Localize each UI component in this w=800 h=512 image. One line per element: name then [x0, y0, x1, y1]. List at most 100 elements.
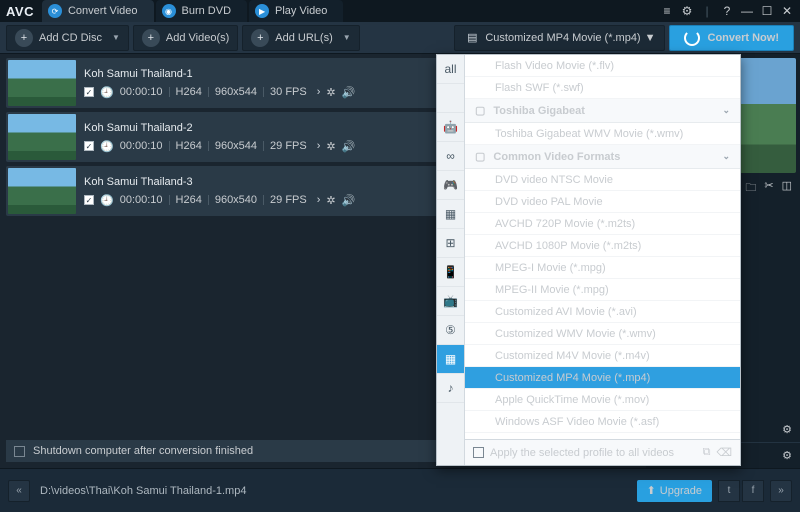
tab-label: Burn DVD: [182, 5, 232, 17]
chevron-down-icon: ▼: [343, 33, 351, 42]
clip-name: Koh Samui Thailand-3: [84, 176, 466, 188]
profile-rail-item[interactable]: ⑤: [437, 316, 464, 345]
profile-option[interactable]: AVCHD 1080P Movie (*.m2ts): [465, 235, 740, 257]
clip-resolution: 960x544: [215, 140, 257, 152]
convert-now-button[interactable]: Convert Now!: [669, 25, 795, 51]
checkbox-icon: [14, 446, 25, 457]
profile-option[interactable]: MPEG-I Movie (*.mpg): [465, 257, 740, 279]
profile-option[interactable]: MPEG-II Movie (*.mpg): [465, 279, 740, 301]
gear-icon[interactable]: ⚙: [782, 449, 792, 462]
profile-option[interactable]: DVD video NTSC Movie: [465, 169, 740, 191]
effects-icon[interactable]: ✲: [326, 194, 335, 207]
profile-rail-item[interactable]: ▦: [437, 200, 464, 229]
profile-rail-item[interactable]: 📺: [437, 287, 464, 316]
next-button[interactable]: »: [770, 480, 792, 502]
clip-checkbox[interactable]: ✓: [84, 87, 94, 97]
prev-button[interactable]: «: [8, 480, 30, 502]
output-profile-dropdown[interactable]: ▤ Customized MP4 Movie (*.mp4) ▼: [454, 25, 664, 51]
profile-option[interactable]: Matroska Movie (*.mkv): [465, 433, 740, 439]
profile-rail-item[interactable]: [437, 84, 464, 113]
profile-rail-item[interactable]: ♪: [437, 374, 464, 403]
profile-option[interactable]: Toshiba Gigabeat WMV Movie (*.wmv): [465, 123, 740, 145]
minimize-icon[interactable]: —: [740, 4, 754, 18]
refresh-icon: [684, 30, 700, 46]
shutdown-label: Shutdown computer after conversion finis…: [33, 445, 253, 457]
upload-icon: ⬆: [647, 484, 656, 497]
chevron-right-icon[interactable]: ›: [317, 140, 321, 152]
add-cd-disc-button[interactable]: + Add CD Disc ▼: [6, 25, 129, 51]
crop-icon[interactable]: ◫: [782, 179, 792, 198]
facebook-icon[interactable]: f: [742, 480, 764, 502]
status-bar: « D:\videos\Thai\Koh Samui Thailand-1.mp…: [0, 468, 800, 512]
title-bar: AVC ⟳Convert Video◉Burn DVD▶Play Video ≡…: [0, 0, 800, 22]
profile-option[interactable]: DVD video PAL Movie: [465, 191, 740, 213]
toolbar: + Add CD Disc ▼ + Add Video(s) + Add URL…: [0, 22, 800, 54]
profile-rail-item[interactable]: 🎮: [437, 171, 464, 200]
profile-group-header[interactable]: ▢Common Video Formats⌄: [465, 145, 740, 169]
audio-icon: 🔊: [342, 86, 356, 99]
add-videos-label: Add Video(s): [166, 32, 229, 44]
clip-name: Koh Samui Thailand-2: [84, 122, 466, 134]
chevron-down-icon: ▼: [645, 32, 656, 44]
tab-convert-video[interactable]: ⟳Convert Video: [42, 0, 154, 22]
scissors-icon[interactable]: ✂: [764, 179, 773, 198]
collapse-icon: ⌄: [722, 105, 730, 116]
profile-dropdown-panel: all🤖∞🎮▦⊞📱📺⑤▦♪ Flash Video Movie (*.flv)F…: [436, 54, 741, 466]
effects-icon[interactable]: ✲: [326, 86, 335, 99]
profile-rail-item[interactable]: ▦: [437, 345, 464, 374]
twitter-icon[interactable]: t: [718, 480, 740, 502]
profile-option[interactable]: Apple QuickTime Movie (*.mov): [465, 389, 740, 411]
clip-resolution: 960x544: [215, 86, 257, 98]
clip-fps: 30 FPS: [270, 86, 307, 98]
profile-rail-item[interactable]: 📱: [437, 258, 464, 287]
folder-icon[interactable]: 🗀: [745, 179, 756, 198]
film-plus-icon: +: [142, 29, 160, 47]
profile-option[interactable]: Customized MP4 Movie (*.mp4): [465, 367, 740, 389]
upgrade-button[interactable]: ⬆ Upgrade: [637, 480, 712, 502]
profile-option[interactable]: Customized M4V Movie (*.m4v): [465, 345, 740, 367]
clip-checkbox[interactable]: ✓: [84, 141, 94, 151]
profile-option[interactable]: Windows ASF Video Movie (*.asf): [465, 411, 740, 433]
profile-rail-item[interactable]: ⊞: [437, 229, 464, 258]
profile-option-label: AVCHD 720P Movie (*.m2ts): [495, 218, 635, 230]
delete-profile-icon[interactable]: ⌫: [716, 446, 732, 459]
globe-plus-icon: +: [251, 29, 269, 47]
chevron-right-icon[interactable]: ›: [317, 194, 321, 206]
profile-option[interactable]: Flash Video Movie (*.flv): [465, 55, 740, 77]
profile-option-label: Flash Video Movie (*.flv): [495, 60, 614, 72]
maximize-icon[interactable]: ☐: [760, 4, 774, 18]
profile-option[interactable]: AVCHD 720P Movie (*.m2ts): [465, 213, 740, 235]
chevron-right-icon[interactable]: ›: [317, 86, 321, 98]
menu-icon[interactable]: ≡: [660, 4, 674, 18]
tab-label: Play Video: [275, 5, 327, 17]
add-urls-button[interactable]: + Add URL(s) ▼: [242, 25, 359, 51]
profile-option[interactable]: Flash SWF (*.swf): [465, 77, 740, 99]
convert-label: Convert Now!: [708, 32, 780, 44]
profile-rail-item[interactable]: 🤖: [437, 113, 464, 142]
profile-option[interactable]: Customized WMV Movie (*.wmv): [465, 323, 740, 345]
audio-icon: 🔊: [342, 194, 356, 207]
profile-rail-item[interactable]: ∞: [437, 142, 464, 171]
clip-thumbnail: [8, 114, 76, 160]
profile-option-label: Windows ASF Video Movie (*.asf): [495, 416, 659, 428]
settings-icon[interactable]: ⚙: [680, 4, 694, 18]
clock-icon: 🕘: [100, 86, 114, 99]
tab-play-video[interactable]: ▶ Play Video: [249, 0, 343, 22]
clip-checkbox[interactable]: ✓: [84, 195, 94, 205]
apply-all-checkbox[interactable]: [473, 447, 484, 458]
help-icon[interactable]: ?: [720, 4, 734, 18]
profile-group-header[interactable]: ▢Toshiba Gigabeat⌄: [465, 99, 740, 123]
profile-option-label: Apple QuickTime Movie (*.mov): [495, 394, 649, 406]
add-videos-button[interactable]: + Add Video(s): [133, 25, 238, 51]
close-icon[interactable]: ✕: [780, 4, 794, 18]
profile-rail-item[interactable]: all: [437, 55, 464, 84]
profile-option-label: Customized WMV Movie (*.wmv): [495, 328, 656, 340]
group-label: Toshiba Gigabeat: [493, 105, 584, 117]
profile-option[interactable]: Customized AVI Movie (*.avi): [465, 301, 740, 323]
save-profile-icon[interactable]: ⧉: [703, 446, 711, 459]
play-icon: ▶: [255, 4, 269, 18]
clip-duration: 00:00:10: [120, 86, 163, 98]
tab-burn-dvd[interactable]: ◉Burn DVD: [156, 0, 248, 22]
gear-icon[interactable]: ⚙: [782, 423, 792, 436]
effects-icon[interactable]: ✲: [326, 140, 335, 153]
